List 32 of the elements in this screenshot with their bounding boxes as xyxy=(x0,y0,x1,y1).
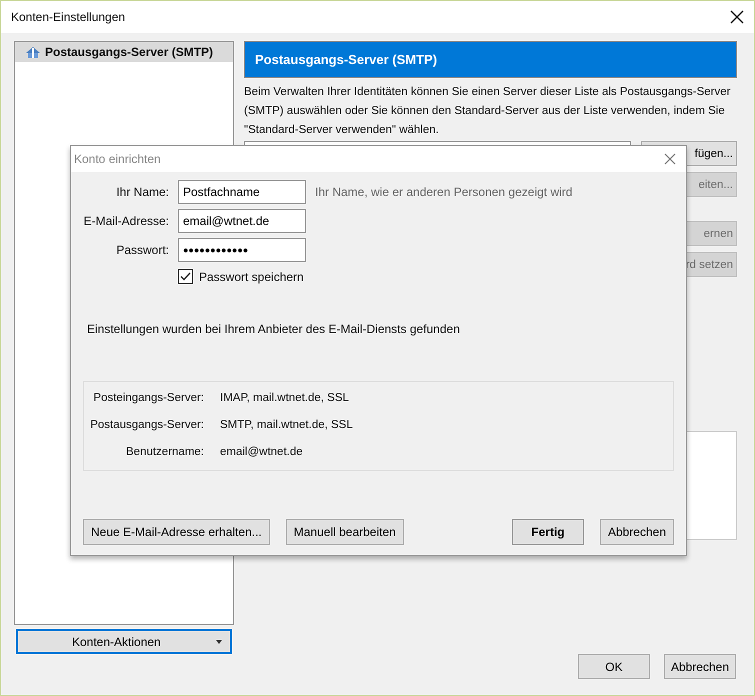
input-field[interactable]: email@wtnet.de xyxy=(178,209,306,233)
close-icon[interactable] xyxy=(730,10,744,24)
dialog-button[interactable]: Fertig xyxy=(512,519,584,545)
summary-label: Postausgangs-Server: xyxy=(89,419,204,431)
panel-description: Beim Verwalten Ihrer Identitäten können Sie einen Server dieser Liste als Postausgangs-Server (SMTP) auswählen oder Sie können den Standard-Server aus der Liste verwenden, indem Sie "Standard-Server verwenden" wählen. xyxy=(244,85,732,138)
summary-label: Benutzername: xyxy=(125,446,204,458)
dialog-button[interactable]: OK xyxy=(578,654,650,679)
dialog-button[interactable]: Abbrechen xyxy=(664,654,736,679)
field-label: Ihr Name: xyxy=(115,185,169,199)
summary-label: Posteingangs-Server: xyxy=(92,392,204,404)
sidebar-item[interactable]: Postausgangs-Server (SMTP) xyxy=(15,42,233,62)
status-message: Einstellungen wurden bei Ihrem Anbieter des E-Mail-Diensts gefunden xyxy=(87,322,461,336)
summary-value: SMTP, mail.wtnet.de, SSL xyxy=(220,419,354,431)
input-field[interactable]: Postfachname xyxy=(178,180,306,204)
account-actions-button[interactable]: Konten-Aktionen xyxy=(16,629,232,654)
dialog-button[interactable]: Abbrechen xyxy=(600,519,674,545)
dialog-title: Konto einrichten xyxy=(74,152,161,166)
password-field[interactable]: ●●●●●●●●●●●● xyxy=(178,238,306,262)
checkbox-label[interactable]: Passwort speichern xyxy=(199,270,304,284)
check-icon xyxy=(180,272,191,281)
field-hint: Ihr Name, wie er anderen Personen gezeigt wird xyxy=(315,185,574,199)
dialog-button[interactable]: Neue E-Mail-Adresse erhalten... xyxy=(83,519,270,545)
field-label: E-Mail-Adresse: xyxy=(83,214,169,228)
server-icon xyxy=(25,45,41,59)
field-label: Passwort: xyxy=(115,243,169,257)
summary-value: IMAP, mail.wtnet.de, SSL xyxy=(220,392,350,404)
summary-value: email@wtnet.de xyxy=(220,446,304,458)
window-title: Konten-Einstellungen xyxy=(11,10,126,24)
dropdown-icon xyxy=(216,640,222,644)
dialog-button[interactable]: Manuell bearbeiten xyxy=(286,519,404,545)
panel-header: Postausgangs-Server (SMTP) xyxy=(244,41,737,78)
checkbox[interactable] xyxy=(178,269,193,284)
